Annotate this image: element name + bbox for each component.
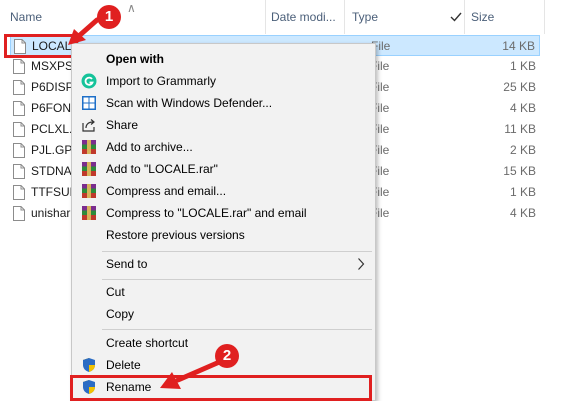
- column-header: Name ∧ Date modi... Type Size: [0, 0, 563, 34]
- file-icon: [13, 80, 25, 95]
- step-badge-1: 1: [97, 5, 121, 29]
- column-size[interactable]: Size: [471, 0, 494, 34]
- file-size: 15 KB: [503, 164, 536, 178]
- menu-item-compress-to-rar-and-email[interactable]: Compress to "LOCALE.rar" and email: [72, 202, 375, 224]
- file-name: P6DISP.: [31, 80, 76, 94]
- file-size: 4 KB: [509, 101, 536, 115]
- menu-item-label: Copy: [106, 307, 135, 321]
- winrar-icon: [82, 206, 96, 220]
- menu-item-share[interactable]: Share: [72, 114, 375, 136]
- sort-ascending-icon: ∧: [127, 1, 136, 15]
- menu-item-label: Open with: [106, 52, 164, 66]
- menu-item-label: Add to "LOCALE.rar": [106, 162, 218, 176]
- file-size: 4 KB: [509, 206, 536, 220]
- file-icon: [13, 101, 25, 116]
- file-icon: [13, 206, 25, 221]
- column-divider[interactable]: [344, 0, 345, 34]
- winrar-icon: [82, 162, 96, 176]
- menu-item-restore-previous-versions[interactable]: Restore previous versions: [72, 224, 375, 246]
- menu-item-compress-and-email[interactable]: Compress and email...: [72, 180, 375, 202]
- menu-item-scan-with-defender[interactable]: Scan with Windows Defender...: [72, 92, 375, 114]
- file-size: 11 KB: [504, 122, 536, 136]
- menu-separator: [102, 279, 372, 280]
- highlight-box-rename: [70, 375, 372, 401]
- menu-item-label: Cut: [106, 285, 125, 299]
- file-icon: [13, 185, 25, 200]
- winrar-icon: [82, 184, 96, 198]
- winrar-icon: [82, 140, 96, 154]
- column-name[interactable]: Name: [10, 0, 42, 34]
- menu-item-label: Delete: [106, 358, 141, 372]
- menu-item-label: Send to: [106, 257, 148, 271]
- file-icon: [13, 59, 25, 74]
- menu-item-add-to-rar[interactable]: Add to "LOCALE.rar": [72, 158, 375, 180]
- uac-shield-icon: [83, 358, 95, 372]
- menu-item-label: Compress to "LOCALE.rar" and email: [106, 206, 307, 220]
- menu-item-label: Create shortcut: [106, 336, 189, 350]
- column-divider[interactable]: [464, 0, 465, 34]
- menu-item-label: Share: [106, 118, 139, 132]
- column-divider[interactable]: [544, 0, 545, 34]
- menu-item-add-to-archive[interactable]: Add to archive...: [72, 136, 375, 158]
- menu-item-label: Restore previous versions: [106, 228, 245, 242]
- step-badge-2: 2: [215, 344, 239, 368]
- file-size: 2 KB: [509, 143, 536, 157]
- column-date-modified[interactable]: Date modi...: [271, 0, 336, 34]
- column-divider[interactable]: [265, 0, 266, 34]
- file-icon: [13, 164, 25, 179]
- check-icon[interactable]: [450, 11, 462, 23]
- menu-item-cut[interactable]: Cut: [72, 281, 375, 303]
- file-size: 1 KB: [509, 59, 536, 73]
- file-size: 14 KB: [502, 39, 535, 53]
- menu-item-label: Import to Grammarly: [106, 74, 217, 88]
- grammarly-icon: [81, 73, 97, 89]
- menu-separator: [102, 251, 372, 252]
- chevron-right-icon: [358, 258, 365, 270]
- menu-item-label: Compress and email...: [106, 184, 227, 198]
- menu-item-label: Add to archive...: [106, 140, 193, 154]
- menu-item-send-to[interactable]: Send to: [72, 253, 375, 275]
- menu-item-label: Scan with Windows Defender...: [106, 96, 273, 110]
- menu-item-copy[interactable]: Copy: [72, 303, 375, 325]
- menu-item-open-with[interactable]: Open with: [72, 48, 375, 70]
- file-name: unishar: [31, 206, 71, 220]
- file-size: 25 KB: [503, 80, 536, 94]
- file-icon: [13, 122, 25, 137]
- windows-defender-icon: [82, 96, 96, 110]
- share-icon: [82, 119, 95, 132]
- highlight-box-selected-file: [4, 34, 78, 58]
- file-size: 1 KB: [509, 185, 536, 199]
- menu-item-import-to-grammarly[interactable]: Import to Grammarly: [72, 70, 375, 92]
- file-name: MSXPSI: [31, 59, 77, 73]
- file-icon: [13, 143, 25, 158]
- menu-separator: [102, 329, 372, 330]
- column-type[interactable]: Type: [352, 0, 378, 34]
